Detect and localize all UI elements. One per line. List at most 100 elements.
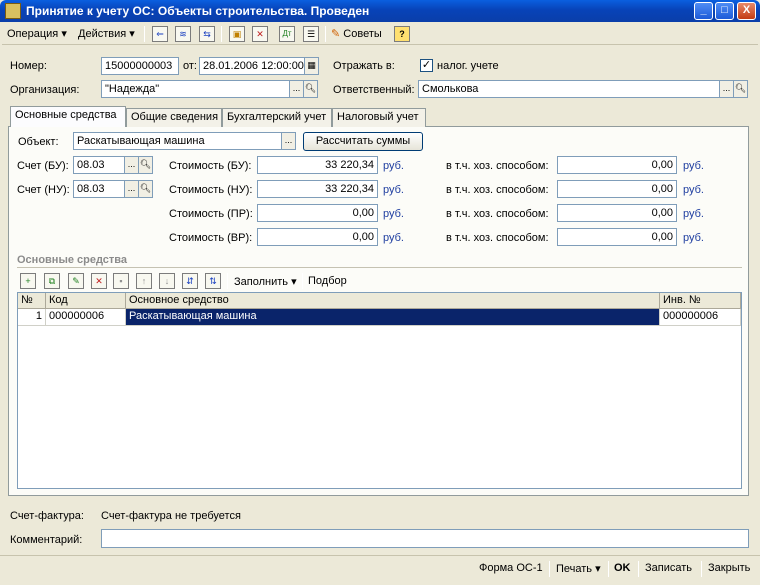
table-cell-asset[interactable]: Раскатывающая машина xyxy=(126,309,660,326)
unpost-doc-icon[interactable]: ✕ xyxy=(252,26,268,42)
close-window-button[interactable]: X xyxy=(737,2,756,20)
account-nu-label: Счет (НУ): xyxy=(17,184,70,196)
operation-menu[interactable]: Операция ▾ xyxy=(7,27,67,40)
household-label: в т.ч. хоз. способом: xyxy=(446,160,549,172)
date-input[interactable]: 28.01.2006 12:00:00 xyxy=(199,57,305,75)
cost-label: Стоимость (БУ): xyxy=(169,160,252,172)
household-unit: руб. xyxy=(683,232,704,244)
tab-general[interactable]: Общие сведения xyxy=(126,108,222,127)
account-nu-search-icon[interactable]: 🔍︎ xyxy=(138,180,153,198)
toolbar-separator xyxy=(227,273,228,289)
swap-icon[interactable]: ⇆ xyxy=(199,26,215,42)
toolbar: Операция ▾ Действия ▾ ⇐ ≋ ⇆ ▣ ✕ Дт ☰ ✎ С… xyxy=(2,23,758,45)
move-down-icon[interactable]: ↓ xyxy=(159,273,175,289)
sort-asc-icon[interactable]: ⇵ xyxy=(182,273,198,289)
report-icon[interactable]: ☰ xyxy=(303,26,319,42)
tab-fixed-assets[interactable]: Основные средства xyxy=(10,106,126,127)
save-button[interactable]: Записать xyxy=(645,562,692,574)
object-label: Объект: xyxy=(18,136,59,148)
account-bu-select-button[interactable]: ... xyxy=(124,156,139,174)
household-input[interactable]: 0,00 xyxy=(557,156,677,174)
actions-menu[interactable]: Действия ▾ xyxy=(78,27,135,40)
org-input[interactable]: "Надежда" xyxy=(101,80,290,98)
account-bu-label: Счет (БУ): xyxy=(17,160,69,172)
fixed-assets-section-title: Основные средства xyxy=(17,254,128,266)
number-label: Номер: xyxy=(10,60,47,72)
cost-input[interactable]: 33 220,34 xyxy=(257,180,378,198)
form-os1-button[interactable]: Форма ОС-1 xyxy=(479,562,543,574)
toolbar-separator xyxy=(221,26,222,42)
post-doc-icon[interactable]: ▣ xyxy=(229,26,245,42)
table-cell-number[interactable]: 1 xyxy=(18,309,46,326)
edit-row-icon[interactable]: ✎ xyxy=(68,273,84,289)
tax-label: налог. учете xyxy=(437,60,499,72)
close-button[interactable]: Закрыть xyxy=(708,562,750,574)
cost-input[interactable]: 0,00 xyxy=(257,204,378,222)
toolbar-separator xyxy=(302,273,303,289)
column-header-asset[interactable]: Основное средство xyxy=(126,293,660,309)
section-divider xyxy=(17,267,742,268)
number-input[interactable]: 15000000003 xyxy=(101,57,179,75)
end-edit-icon[interactable]: ▪ xyxy=(113,273,129,289)
responsible-input[interactable]: Смолькова xyxy=(418,80,720,98)
reflect-label: Отражать в: xyxy=(333,60,395,72)
responsible-select-button[interactable]: ... xyxy=(719,80,734,98)
column-header-inventory-number[interactable]: Инв. № xyxy=(660,293,741,309)
help-icon[interactable]: ? xyxy=(394,26,410,42)
cost-input[interactable]: 33 220,34 xyxy=(257,156,378,174)
household-input[interactable]: 0,00 xyxy=(557,180,677,198)
account-bu-input[interactable]: 08.03 xyxy=(73,156,125,174)
fixed-assets-table[interactable]: № Код Основное средство Инв. № 1 0000000… xyxy=(17,292,742,489)
maximize-button[interactable]: □ xyxy=(715,2,734,20)
household-label: в т.ч. хоз. способом: xyxy=(446,208,549,220)
doc-view-icon[interactable]: ≋ xyxy=(175,26,191,42)
tips-icon: ✎ xyxy=(331,28,341,40)
arrow-left-icon[interactable]: ⇐ xyxy=(152,26,168,42)
object-select-button[interactable]: ... xyxy=(281,132,296,150)
tips-button[interactable]: ✎ Советы xyxy=(331,27,382,40)
cost-input[interactable]: 0,00 xyxy=(257,228,378,246)
fill-menu[interactable]: Заполнить ▾ xyxy=(234,275,297,288)
add-row-icon[interactable]: + xyxy=(20,273,36,289)
org-search-icon[interactable]: 🔍︎ xyxy=(303,80,318,98)
window-title: Принятие к учету ОС: Объекты строительст… xyxy=(26,4,370,18)
object-input[interactable]: Раскатывающая машина xyxy=(73,132,282,150)
column-header-code[interactable]: Код xyxy=(46,293,126,309)
tax-checkbox[interactable]: ✓ xyxy=(420,59,433,72)
account-nu-select-button[interactable]: ... xyxy=(124,180,139,198)
copy-row-icon[interactable]: ⧉ xyxy=(44,273,60,289)
print-menu[interactable]: Печать ▾ xyxy=(556,562,601,575)
responsible-label: Ответственный: xyxy=(333,84,415,96)
responsible-search-icon[interactable]: 🔍︎ xyxy=(733,80,748,98)
move-up-icon[interactable]: ↑ xyxy=(136,273,152,289)
table-cell-inventory-number[interactable]: 000000006 xyxy=(660,309,741,326)
household-label: в т.ч. хоз. способом: xyxy=(446,184,549,196)
tab-tax[interactable]: Налоговый учет xyxy=(332,108,426,127)
account-nu-input[interactable]: 08.03 xyxy=(73,180,125,198)
minimize-button[interactable]: _ xyxy=(694,2,713,20)
table-cell-code[interactable]: 000000006 xyxy=(46,309,126,326)
household-input[interactable]: 0,00 xyxy=(557,204,677,222)
pick-button[interactable]: Подбор xyxy=(308,275,347,287)
invoice-label: Счет-фактура: xyxy=(10,510,84,522)
date-label: от: xyxy=(183,60,197,72)
sort-desc-icon[interactable]: ⇅ xyxy=(205,273,221,289)
cost-label: Стоимость (НУ): xyxy=(169,184,253,196)
calculate-sums-button[interactable]: Рассчитать суммы xyxy=(303,132,423,151)
bottom-buttons-bar: Форма ОС-1 Печать ▾ OK Записать Закрыть xyxy=(0,555,760,585)
title-bar[interactable]: Принятие к учету ОС: Объекты строительст… xyxy=(0,0,760,22)
column-header-number[interactable]: № xyxy=(18,293,46,309)
household-input[interactable]: 0,00 xyxy=(557,228,677,246)
toolbar-separator xyxy=(144,26,145,42)
org-select-button[interactable]: ... xyxy=(289,80,304,98)
comment-input[interactable] xyxy=(101,529,749,548)
ok-button[interactable]: OK xyxy=(614,562,631,574)
delete-row-icon[interactable]: ✕ xyxy=(91,273,107,289)
household-unit: руб. xyxy=(683,160,704,172)
dt-kt-icon[interactable]: Дт xyxy=(279,26,295,42)
invoice-value[interactable]: Счет-фактура не требуется xyxy=(101,510,241,522)
tab-accounting[interactable]: Бухгалтерский учет xyxy=(222,108,332,127)
calendar-icon[interactable]: ▦ xyxy=(304,57,319,75)
cost-label: Стоимость (ПР): xyxy=(169,208,253,220)
account-bu-search-icon[interactable]: 🔍︎ xyxy=(138,156,153,174)
